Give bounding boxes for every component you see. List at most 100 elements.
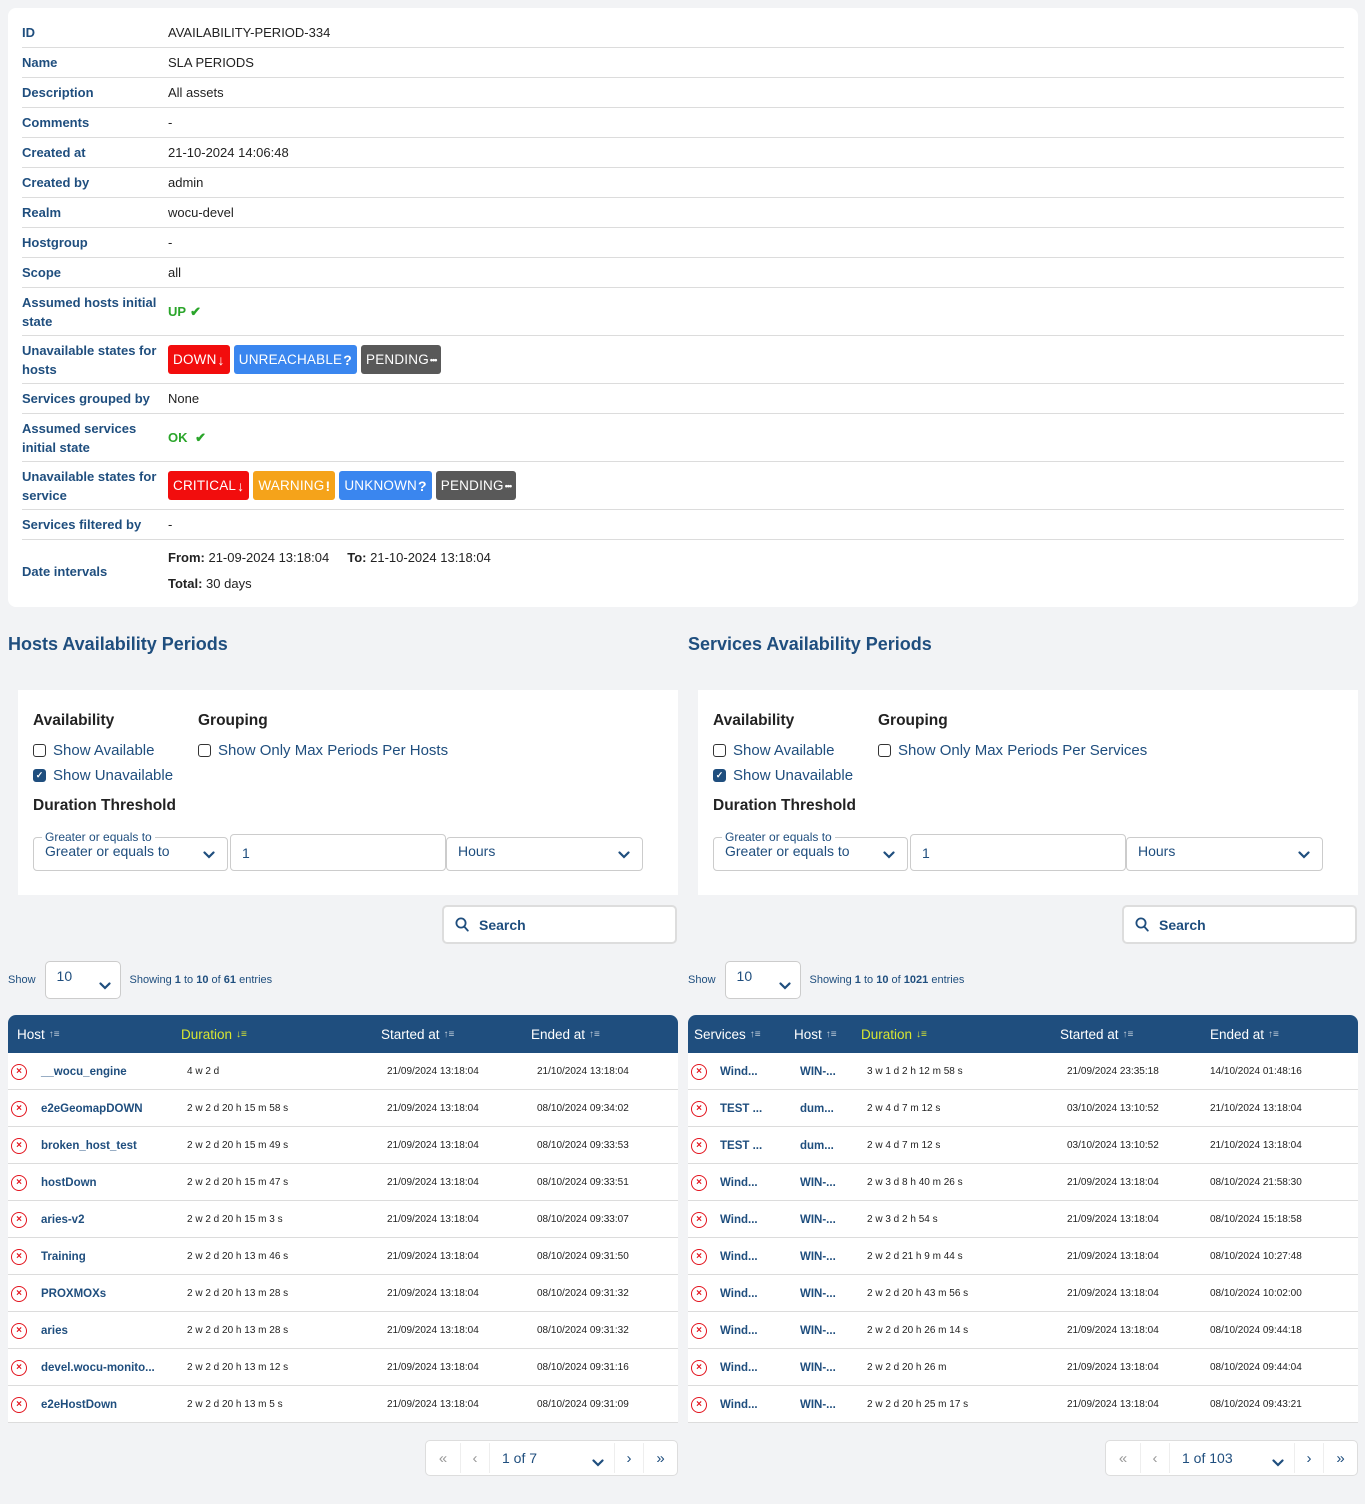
- page-select[interactable]: 1 of 103: [1170, 1443, 1295, 1473]
- chevron-down-icon: [883, 848, 895, 862]
- threshold-input[interactable]: 1: [910, 834, 1126, 871]
- column-header-host[interactable]: Host ↑≡: [17, 1015, 60, 1053]
- operator-legend: Greater or equals to: [722, 830, 835, 844]
- column-header-duration[interactable]: Duration ↓≡: [181, 1015, 247, 1053]
- host-link[interactable]: WIN-...: [800, 1349, 836, 1386]
- unit-select[interactable]: Hours: [446, 837, 643, 871]
- services-search-button[interactable]: Search: [1122, 905, 1357, 944]
- host-link[interactable]: dum...: [800, 1127, 834, 1164]
- ended-cell: 08/10/2024 09:43:21: [1210, 1399, 1302, 1410]
- detail-value: -: [168, 235, 173, 250]
- table-header: Services ↑≡ Host ↑≡ Duration ↓≡ Started at ↑≡ En…: [688, 1015, 1358, 1053]
- host-link[interactable]: aries: [41, 1312, 68, 1349]
- unavailable-status-icon: ×: [11, 1211, 27, 1228]
- host-link[interactable]: dum...: [800, 1090, 834, 1127]
- unavailable-status-icon: ×: [11, 1396, 27, 1413]
- sort-icon: ↑≡: [589, 1028, 600, 1040]
- service-link[interactable]: Wind...: [720, 1349, 758, 1386]
- page-size-select[interactable]: 10: [724, 961, 801, 999]
- service-link[interactable]: Wind...: [720, 1053, 758, 1090]
- host-link[interactable]: Training: [41, 1238, 86, 1275]
- table-row: × devel.wocu-monito... 2 w 2 d 20 h 13 m 1…: [8, 1349, 678, 1386]
- checkbox-icon[interactable]: [878, 744, 891, 757]
- next-page-icon[interactable]: ›: [1295, 1443, 1324, 1473]
- column-header-host[interactable]: Host ↑≡: [794, 1015, 837, 1053]
- operator-select[interactable]: Greater or equals to Greater or equals to: [33, 830, 228, 871]
- show-unavailable-checkbox[interactable]: ✓ Show Unavailable: [713, 767, 853, 784]
- service-link[interactable]: Wind...: [720, 1312, 758, 1349]
- services-filter-panel: Availability Grouping Show Available ✓ Show …: [698, 690, 1358, 895]
- host-link[interactable]: WIN-...: [800, 1312, 836, 1349]
- column-header-services[interactable]: Services ↑≡: [694, 1015, 761, 1053]
- table-row: × Training 2 w 2 d 20 h 13 m 46 s 21/09/202…: [8, 1238, 678, 1275]
- prev-page-icon[interactable]: ‹: [1141, 1443, 1170, 1473]
- host-link[interactable]: e2eHostDown: [41, 1386, 117, 1423]
- last-page-icon[interactable]: »: [644, 1443, 677, 1473]
- host-link[interactable]: WIN-...: [800, 1201, 836, 1238]
- next-page-icon[interactable]: ›: [615, 1443, 644, 1473]
- host-link[interactable]: __wocu_engine: [41, 1053, 127, 1090]
- checkbox-icon[interactable]: [33, 744, 46, 757]
- page-select[interactable]: 1 of 7: [490, 1443, 615, 1473]
- show-available-checkbox[interactable]: Show Available: [713, 742, 834, 759]
- show-available-checkbox[interactable]: Show Available: [33, 742, 154, 759]
- started-cell: 21/09/2024 13:18:04: [387, 1066, 479, 1077]
- service-link[interactable]: Wind...: [720, 1386, 758, 1423]
- threshold-input[interactable]: 1: [230, 834, 446, 871]
- show-unavailable-checkbox[interactable]: ✓ Show Unavailable: [33, 767, 173, 784]
- host-link[interactable]: WIN-...: [800, 1238, 836, 1275]
- service-link[interactable]: Wind...: [720, 1164, 758, 1201]
- details-card: ID AVAILABILITY-PERIOD-334 Name SLA PERIODS…: [8, 8, 1358, 607]
- host-link[interactable]: WIN-...: [800, 1386, 836, 1423]
- first-page-icon[interactable]: «: [426, 1443, 461, 1473]
- service-link[interactable]: Wind...: [720, 1275, 758, 1312]
- detail-label: Services grouped by: [22, 391, 150, 406]
- max-periods-checkbox[interactable]: Show Only Max Periods Per Services: [878, 742, 1147, 759]
- column-header-started-at[interactable]: Started at ↑≡: [381, 1015, 454, 1053]
- detail-value: all: [168, 265, 182, 280]
- checkbox-icon[interactable]: [198, 744, 211, 757]
- unit-select[interactable]: Hours: [1126, 837, 1323, 871]
- service-link[interactable]: TEST ...: [720, 1090, 762, 1127]
- column-header-ended-at[interactable]: Ended at ↑≡: [1210, 1015, 1279, 1053]
- column-header-started-at[interactable]: Started at ↑≡: [1060, 1015, 1133, 1053]
- first-page-icon[interactable]: «: [1106, 1443, 1141, 1473]
- host-link[interactable]: devel.wocu-monito...: [41, 1349, 155, 1386]
- checkbox-checked-icon[interactable]: ✓: [713, 769, 726, 782]
- service-link[interactable]: Wind...: [720, 1201, 758, 1238]
- hosts-filter-panel: Availability Grouping Show Available ✓ Show …: [18, 690, 678, 895]
- host-link[interactable]: WIN-...: [800, 1275, 836, 1312]
- duration-cell: 2 w 2 d 21 h 9 m 44 s: [867, 1251, 963, 1262]
- prev-page-icon[interactable]: ‹: [461, 1443, 490, 1473]
- detail-row: ID AVAILABILITY-PERIOD-334: [22, 18, 1344, 48]
- last-page-icon[interactable]: »: [1324, 1443, 1357, 1473]
- host-link[interactable]: WIN-...: [800, 1164, 836, 1201]
- host-link[interactable]: aries-v2: [41, 1201, 84, 1238]
- started-cell: 21/09/2024 13:18:04: [387, 1251, 479, 1262]
- page-size-select[interactable]: 10: [44, 961, 121, 999]
- host-link[interactable]: hostDown: [41, 1164, 97, 1201]
- column-header-duration[interactable]: Duration ↓≡: [861, 1015, 927, 1053]
- host-link[interactable]: WIN-...: [800, 1053, 836, 1090]
- max-periods-checkbox[interactable]: Show Only Max Periods Per Hosts: [198, 742, 448, 759]
- operator-select[interactable]: Greater or equals to Greater or equals to: [713, 830, 908, 871]
- started-cell: 21/09/2024 13:18:04: [1067, 1251, 1159, 1262]
- service-link[interactable]: Wind...: [720, 1238, 758, 1275]
- column-header-ended-at[interactable]: Ended at ↑≡: [531, 1015, 600, 1053]
- unavailable-status-icon: ×: [11, 1063, 27, 1080]
- hosts-search-button[interactable]: Search: [442, 905, 677, 944]
- checkbox-icon[interactable]: [713, 744, 726, 757]
- question-icon: ?: [418, 477, 427, 494]
- detail-row-services-grouped: Services grouped by None: [22, 384, 1344, 414]
- service-link[interactable]: TEST ...: [720, 1127, 762, 1164]
- sort-icon: ↑≡: [1268, 1028, 1279, 1040]
- host-link[interactable]: broken_host_test: [41, 1127, 137, 1164]
- host-link[interactable]: PROXMOXs: [41, 1275, 106, 1312]
- hosts-section-title: Hosts Availability Periods: [8, 634, 228, 654]
- unavailable-status-icon: ×: [691, 1285, 707, 1302]
- host-link[interactable]: e2eGeomapDOWN: [41, 1090, 143, 1127]
- duration-threshold-heading: Duration Threshold: [713, 797, 856, 814]
- unavailable-status-icon: ×: [691, 1248, 707, 1265]
- checkbox-checked-icon[interactable]: ✓: [33, 769, 46, 782]
- started-cell: 21/09/2024 13:18:04: [1067, 1214, 1159, 1225]
